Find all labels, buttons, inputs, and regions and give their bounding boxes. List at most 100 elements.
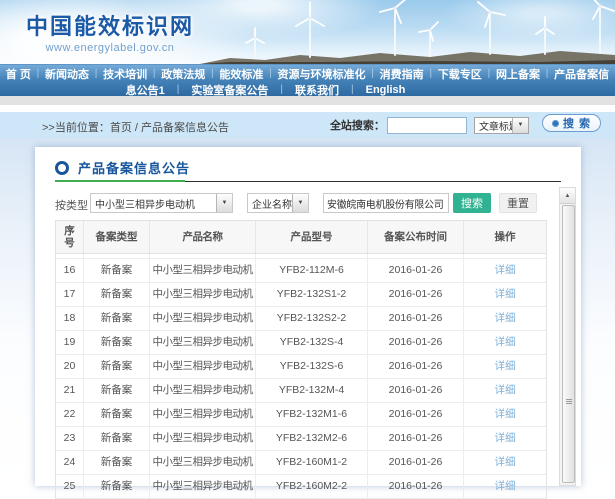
cell-model: YFB2-132S1-2: [256, 283, 368, 306]
column-header: 操作: [464, 221, 546, 253]
cell-model: YFB2-132M2-6: [256, 427, 368, 450]
nav-separator: |: [351, 84, 354, 95]
cell-type: 新备案: [84, 475, 150, 498]
table-row: 25新备案中小型三相异步电动机YFB2-160M2-22016-01-26详细: [56, 475, 546, 499]
nav-item[interactable]: English: [366, 84, 406, 96]
cell-date: 2016-01-26: [368, 307, 464, 330]
site-url: www.energylabel.gov.cn: [26, 42, 194, 54]
nav-separator: |: [153, 68, 156, 79]
cell-date: 2016-01-26: [368, 379, 464, 402]
detail-link[interactable]: 详细: [495, 336, 516, 348]
cell-type: 新备案: [84, 379, 150, 402]
cell-model: YFB2-112M-6: [256, 259, 368, 282]
cell-no: 16: [56, 259, 84, 282]
chevron-down-icon[interactable]: ▼: [292, 194, 308, 212]
cell-name: 中小型三相异步电动机: [150, 403, 256, 426]
detail-link[interactable]: 详细: [495, 456, 516, 468]
nav-item[interactable]: 政策法规: [161, 66, 205, 82]
breadcrumb-separator: /: [132, 122, 141, 134]
cell-action: 详细: [464, 379, 546, 402]
nav-row-1: 首 页|新闻动态|技术培训|政策法规|能效标准|资源与环境标准化|消费指南|下载…: [0, 66, 615, 81]
table-row: 23新备案中小型三相异步电动机YFB2-132M2-62016-01-26详细: [56, 427, 546, 451]
cell-date: 2016-01-26: [368, 451, 464, 474]
column-header: 产品名称: [150, 221, 256, 253]
filter-search-button[interactable]: 搜索: [453, 193, 491, 213]
site-search-button[interactable]: 搜 索: [542, 114, 601, 132]
cell-type: 新备案: [84, 427, 150, 450]
nav-separator: |: [280, 84, 283, 95]
table-row: 18新备案中小型三相异步电动机YFB2-132S2-22016-01-26详细: [56, 307, 546, 331]
circle-bullet-icon: [55, 161, 69, 175]
cell-model: YFB2-132M1-6: [256, 403, 368, 426]
nav-separator: |: [95, 68, 98, 79]
filter-bar: 按类型 中小型三相异步电动机 ▼ 企业名称 ▼ 搜索 重置: [35, 193, 581, 213]
column-header: 产品型号: [256, 221, 368, 253]
scroll-up-icon[interactable]: ▲: [560, 188, 575, 204]
article-field-select[interactable]: 文章标题 ▼: [474, 117, 529, 134]
nav-separator: |: [37, 68, 40, 79]
nav-item[interactable]: 网上备案: [496, 66, 540, 82]
page: 中国能效标识网 www.energylabel.gov.cn 首 页 | 新闻动态 |…: [0, 0, 615, 486]
column-header: 备案公布时间: [368, 221, 464, 253]
nav-item[interactable]: 新闻动态: [45, 66, 89, 82]
chevron-down-icon[interactable]: ▼: [216, 194, 232, 212]
cell-name: 中小型三相异步电动机: [150, 283, 256, 306]
cell-type: 新备案: [84, 451, 150, 474]
detail-link[interactable]: 详细: [495, 432, 516, 444]
detail-link[interactable]: 详细: [495, 312, 516, 324]
site-logo[interactable]: 中国能效标识网 www.energylabel.gov.cn: [26, 9, 194, 54]
cell-no: 18: [56, 307, 84, 330]
main-nav: 首 页|新闻动态|技术培训|政策法规|能效标准|资源与环境标准化|消费指南|下载…: [0, 64, 615, 96]
table-row: 19新备案中小型三相异步电动机YFB2-132S-42016-01-26详细: [56, 331, 546, 355]
cell-model: YFB2-132S-6: [256, 355, 368, 378]
nav-item[interactable]: 能效标准: [219, 66, 263, 82]
site-search-input[interactable]: [387, 117, 467, 134]
site-search-label: 全站搜索：: [330, 117, 385, 133]
cell-model: YFB2-132S-4: [256, 331, 368, 354]
cell-type: 新备案: [84, 403, 150, 426]
chevron-down-icon[interactable]: ▼: [512, 118, 528, 133]
cell-no: 21: [56, 379, 84, 402]
cell-no: 17: [56, 283, 84, 306]
site-name: 中国能效标识网: [26, 9, 194, 41]
cell-no: 25: [56, 475, 84, 498]
company-name-input[interactable]: [323, 193, 449, 213]
scrollbar-thumb[interactable]: [562, 205, 575, 483]
breadcrumb-home-link[interactable]: 首页: [110, 122, 132, 134]
company-field-select[interactable]: 企业名称 ▼: [247, 193, 309, 213]
detail-link[interactable]: 详细: [495, 480, 516, 492]
nav-item[interactable]: 资源与环境标准化: [278, 66, 366, 82]
nav-item[interactable]: 首 页: [6, 66, 31, 82]
detail-link[interactable]: 详细: [495, 408, 516, 420]
table-row: 21新备案中小型三相异步电动机YFB2-132M-42016-01-26详细: [56, 379, 546, 403]
nav-item[interactable]: 产品备案信: [554, 66, 609, 82]
column-header: 序号: [56, 221, 84, 253]
cell-date: 2016-01-26: [368, 355, 464, 378]
detail-link[interactable]: 详细: [495, 360, 516, 372]
cell-action: 详细: [464, 331, 546, 354]
detail-link[interactable]: 详细: [495, 264, 516, 276]
type-filter-label: 按类型: [55, 197, 88, 213]
cell-no: 20: [56, 355, 84, 378]
section-underline: [55, 180, 561, 182]
breadcrumb-current: 产品备案信息公告: [141, 122, 229, 134]
breadcrumb-prefix: >>当前位置：: [42, 122, 110, 134]
nav-item[interactable]: 消费指南: [380, 66, 424, 82]
cell-no: 19: [56, 331, 84, 354]
table-row: 16新备案中小型三相异步电动机YFB2-112M-62016-01-26详细: [56, 259, 546, 283]
cell-model: YFB2-132S2-2: [256, 307, 368, 330]
search-icon: [552, 120, 559, 127]
table-row: 24新备案中小型三相异步电动机YFB2-160M1-22016-01-26详细: [56, 451, 546, 475]
detail-link[interactable]: 详细: [495, 288, 516, 300]
site-header: 中国能效标识网 www.energylabel.gov.cn: [0, 0, 615, 64]
cell-no: 22: [56, 403, 84, 426]
table-scrollbar[interactable]: ▲: [559, 187, 576, 486]
type-select[interactable]: 中小型三相异步电动机 ▼: [90, 193, 233, 213]
nav-item[interactable]: 下载专区: [438, 66, 482, 82]
cell-date: 2016-01-26: [368, 475, 464, 498]
detail-link[interactable]: 详细: [495, 384, 516, 396]
filter-reset-button[interactable]: 重置: [499, 193, 537, 213]
nav-item[interactable]: 技术培训: [103, 66, 147, 82]
cell-date: 2016-01-26: [368, 283, 464, 306]
cell-action: 详细: [464, 259, 546, 282]
